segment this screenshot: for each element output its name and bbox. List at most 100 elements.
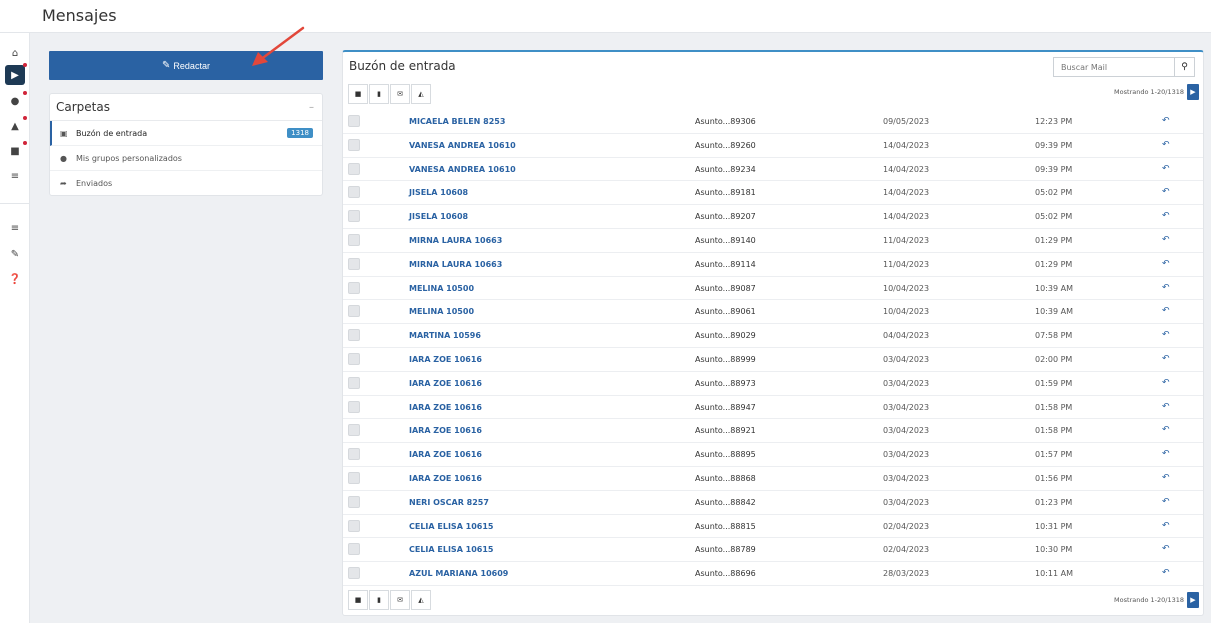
users-icon[interactable]: ● (5, 91, 25, 111)
message-row[interactable]: CELIA ELISA 10615 Asunto...88815 02/04/202… (343, 515, 1203, 539)
reply-icon[interactable]: ↶ (1162, 116, 1170, 126)
sender-name[interactable]: MARTINA 10596 (409, 331, 481, 340)
sender-name[interactable]: IARA ZOE 10616 (409, 355, 482, 364)
reply-icon[interactable]: ↶ (1162, 306, 1170, 316)
row-checkbox[interactable] (348, 162, 360, 175)
row-checkbox[interactable] (348, 257, 360, 270)
delete-button[interactable]: ▮ (369, 84, 389, 104)
next-page-button[interactable]: ▶ (1187, 84, 1199, 100)
chart-icon[interactable]: ≡ (5, 166, 25, 186)
sender-name[interactable]: IARA ZOE 10616 (409, 379, 482, 388)
message-row[interactable]: MELINA 10500 Asunto...89061 10/04/2023 10:3… (343, 300, 1203, 325)
question-icon[interactable]: ❓ (5, 269, 25, 289)
row-checkbox[interactable] (348, 495, 360, 508)
reply-icon[interactable]: ↶ (1162, 235, 1170, 245)
row-checkbox[interactable] (348, 210, 360, 223)
sender-name[interactable]: NERI OSCAR 8257 (409, 498, 489, 507)
search-input[interactable] (1053, 57, 1174, 77)
row-checkbox[interactable] (348, 329, 360, 342)
row-checkbox[interactable] (348, 567, 360, 580)
sender-name[interactable]: JISELA 10608 (409, 188, 468, 197)
message-subject[interactable]: Asunto...89029 (695, 331, 756, 340)
row-checkbox[interactable] (348, 448, 360, 461)
sender-name[interactable]: AZUL MARIANA 10609 (409, 569, 508, 578)
row-checkbox[interactable] (348, 233, 360, 246)
select-all-button[interactable]: ■ (348, 590, 368, 610)
reply-icon[interactable]: ↶ (1162, 425, 1170, 435)
message-subject[interactable]: Asunto...88895 (695, 450, 756, 459)
mark-unread-button[interactable]: ✉ (390, 590, 410, 610)
sender-name[interactable]: IARA ZOE 10616 (409, 403, 482, 412)
message-subject[interactable]: Asunto...89061 (695, 307, 756, 316)
select-all-button[interactable]: ■ (348, 84, 368, 104)
reply-icon[interactable]: ↶ (1162, 449, 1170, 459)
message-subject[interactable]: Asunto...88921 (695, 426, 756, 435)
message-row[interactable]: IARA ZOE 10616 Asunto...88973 03/04/2023 01… (343, 372, 1203, 396)
graduation-cap-icon[interactable]: ▲ (5, 116, 25, 136)
row-checkbox[interactable] (348, 281, 360, 294)
message-row[interactable]: VANESA ANDREA 10610 Asunto...89260 14/04/2… (343, 134, 1203, 158)
message-subject[interactable]: Asunto...88696 (695, 569, 756, 578)
mark-unread-button[interactable]: ✉ (390, 84, 410, 104)
sender-name[interactable]: IARA ZOE 10616 (409, 474, 482, 483)
row-checkbox[interactable] (348, 115, 360, 127)
message-subject[interactable]: Asunto...88973 (695, 379, 756, 388)
sender-name[interactable]: CELIA ELISA 10615 (409, 522, 494, 531)
message-row[interactable]: AZUL MARIANA 10609 Asunto...88696 28/03/20… (343, 562, 1203, 586)
reply-icon[interactable]: ↶ (1162, 211, 1170, 221)
row-checkbox[interactable] (348, 400, 360, 413)
reply-icon[interactable]: ↶ (1162, 402, 1170, 412)
sender-name[interactable]: JISELA 10608 (409, 212, 468, 221)
reply-icon[interactable]: ↶ (1162, 187, 1170, 197)
reply-icon[interactable]: ↶ (1162, 497, 1170, 507)
message-subject[interactable]: Asunto...88815 (695, 522, 756, 531)
row-checkbox[interactable] (348, 543, 360, 556)
row-checkbox[interactable] (348, 352, 360, 365)
message-row[interactable]: IARA ZOE 10616 Asunto...88947 03/04/2023 01… (343, 396, 1203, 420)
reply-icon[interactable]: ↶ (1162, 521, 1170, 531)
reply-icon[interactable]: ↶ (1162, 140, 1170, 150)
message-row[interactable]: MELINA 10500 Asunto...89087 10/04/2023 10:3… (343, 277, 1203, 301)
message-subject[interactable]: Asunto...88868 (695, 474, 756, 483)
bullhorn-icon[interactable]: ▶ (5, 65, 25, 85)
message-subject[interactable]: Asunto...88947 (695, 403, 756, 412)
message-row[interactable]: NERI OSCAR 8257 Asunto...88842 03/04/2023 0… (343, 491, 1203, 515)
row-checkbox[interactable] (348, 138, 360, 151)
reply-icon[interactable]: ↶ (1162, 283, 1170, 293)
reply-icon[interactable]: ↶ (1162, 378, 1170, 388)
sender-name[interactable]: IARA ZOE 10616 (409, 426, 482, 435)
message-row[interactable]: IARA ZOE 10616 Asunto...88868 03/04/2023 01… (343, 467, 1203, 491)
money-icon[interactable]: ■ (5, 141, 25, 161)
mark-read-button[interactable]: ◭ (411, 590, 431, 610)
sender-name[interactable]: VANESA ANDREA 10610 (409, 165, 516, 174)
sender-name[interactable]: MELINA 10500 (409, 284, 474, 293)
row-checkbox[interactable] (348, 376, 360, 389)
collapse-icon[interactable]: – (309, 102, 314, 113)
reply-icon[interactable]: ↶ (1162, 544, 1170, 554)
reply-icon[interactable]: ↶ (1162, 164, 1170, 174)
reply-icon[interactable]: ↶ (1162, 568, 1170, 578)
delete-button[interactable]: ▮ (369, 590, 389, 610)
message-row[interactable]: MIRNA LAURA 10663 Asunto...89140 11/04/202… (343, 229, 1203, 253)
message-row[interactable]: MICAELA BELEN 8253 Asunto...89306 09/05/20… (343, 110, 1203, 134)
message-subject[interactable]: Asunto...89140 (695, 236, 756, 245)
message-row[interactable]: JISELA 10608 Asunto...89207 14/04/2023 05:0… (343, 205, 1203, 229)
folder-custom-groups[interactable]: ● Mis grupos personalizados (50, 146, 322, 171)
message-row[interactable]: IARA ZOE 10616 Asunto...88895 03/04/2023 01… (343, 443, 1203, 467)
wrench-icon[interactable]: ✎ (5, 244, 25, 264)
message-subject[interactable]: Asunto...89181 (695, 188, 756, 197)
folder-inbox[interactable]: ▣ Buzón de entrada 1318 (50, 121, 322, 146)
message-row[interactable]: CELIA ELISA 10615 Asunto...88789 02/04/202… (343, 538, 1203, 563)
home-icon[interactable]: ⌂ (5, 43, 25, 63)
message-row[interactable]: MIRNA LAURA 10663 Asunto...89114 11/04/202… (343, 253, 1203, 277)
message-subject[interactable]: Asunto...88999 (695, 355, 756, 364)
sliders-icon[interactable]: ≡ (5, 218, 25, 238)
message-row[interactable]: IARA ZOE 10616 Asunto...88999 03/04/2023 02… (343, 348, 1203, 372)
search-button[interactable]: ⚲ (1174, 57, 1195, 77)
sender-name[interactable]: MICAELA BELEN 8253 (409, 117, 505, 126)
sender-name[interactable]: MIRNA LAURA 10663 (409, 236, 502, 245)
message-row[interactable]: JISELA 10608 Asunto...89181 14/04/2023 05:0… (343, 181, 1203, 206)
sender-name[interactable]: MIRNA LAURA 10663 (409, 260, 502, 269)
reply-icon[interactable]: ↶ (1162, 330, 1170, 340)
message-subject[interactable]: Asunto...88789 (695, 545, 756, 554)
